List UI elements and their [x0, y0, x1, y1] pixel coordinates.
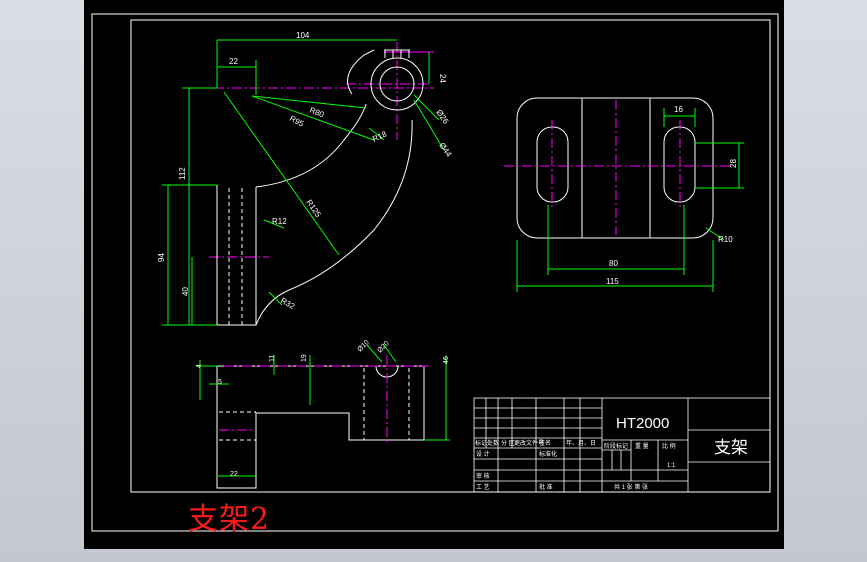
tb-header-sign: 签名 — [539, 439, 551, 447]
dim-overall-width: 115 — [606, 277, 619, 286]
dim-thickness-top: 4 — [196, 364, 203, 368]
tb-material: HT2000 — [616, 415, 669, 432]
dim-height-total: 112 — [178, 167, 187, 180]
dim-offset-left: 22 — [229, 57, 238, 66]
drawing-canvas[interactable]: 104 22 24 112 94 40 R80 R95 R18 Ø26 Ø44 … — [84, 0, 784, 549]
dim-radius-r95: R95 — [288, 114, 306, 129]
drawing-caption: 支架2 — [188, 502, 271, 537]
dim-slot-spacing: 80 — [609, 259, 618, 268]
front-view — [162, 39, 445, 326]
dim-radius-r32: R32 — [279, 296, 297, 311]
dim-base: 22 — [230, 471, 238, 478]
tb-row-review: 审 核 — [476, 472, 490, 480]
cad-drawing: 104 22 24 112 94 40 R80 R95 R18 Ø26 Ø44 … — [91, 13, 779, 532]
dim-slot-length: 28 — [729, 159, 738, 168]
dim-radius-r12: R12 — [272, 217, 287, 226]
tb-stage-label: 阶段标记 — [604, 442, 628, 450]
dim-corner-radius: R10 — [718, 235, 733, 244]
dim-boss-h: 19 — [301, 354, 308, 362]
inner-border — [130, 19, 771, 493]
tb-row-design: 设 计 — [476, 450, 490, 458]
dim-height: 46 — [443, 356, 450, 364]
top-view — [504, 97, 744, 292]
dim-hole-h: 11 — [269, 355, 276, 362]
tb-row-approve: 批 准 — [539, 483, 553, 491]
outer-border — [91, 13, 779, 532]
tb-row-standard: 标准化 — [539, 450, 557, 458]
dim-width-top: 104 — [296, 31, 310, 40]
tb-sheet-label: 共 1 张 第 张 — [614, 483, 648, 491]
tb-scale-value: 1:1 — [667, 463, 676, 469]
top-view-labels: 16 28 80 115 R10 — [606, 105, 738, 286]
tb-scale-label: 比 例 — [662, 442, 676, 450]
tb-weight-label: 重 量 — [635, 442, 649, 450]
tb-part-name: 支架 — [714, 438, 748, 457]
tb-header-mark: 标记 — [475, 439, 487, 447]
dim-slot-width: 16 — [674, 105, 683, 114]
dim-height-base: 40 — [181, 287, 190, 296]
dim-bore-44: Ø44 — [437, 141, 453, 159]
side-view-labels: 4 5 22 11 19 46 Ø10 Ø20 — [196, 339, 450, 478]
tb-row-process: 工 艺 — [476, 483, 490, 491]
tb-header-count: 处数 — [487, 439, 499, 447]
dim-radius-r125: R125 — [304, 198, 323, 219]
tb-header-date: 年、月、日 — [566, 439, 596, 447]
dim-bore-26: Ø26 — [434, 108, 450, 126]
dim-step: 5 — [218, 379, 222, 386]
side-view — [196, 344, 450, 489]
dim-keyway: 24 — [438, 74, 447, 83]
tb-header-zone: 分 区 — [501, 439, 515, 447]
dim-height-lower: 94 — [157, 253, 166, 262]
front-view-labels: 104 22 24 112 94 40 R80 R95 R18 Ø26 Ø44 … — [157, 31, 454, 311]
title-block-text: HT2000 支架 标记 处数 分 区 更改文件号 签名 年、月、日 设 计 标… — [475, 415, 748, 491]
